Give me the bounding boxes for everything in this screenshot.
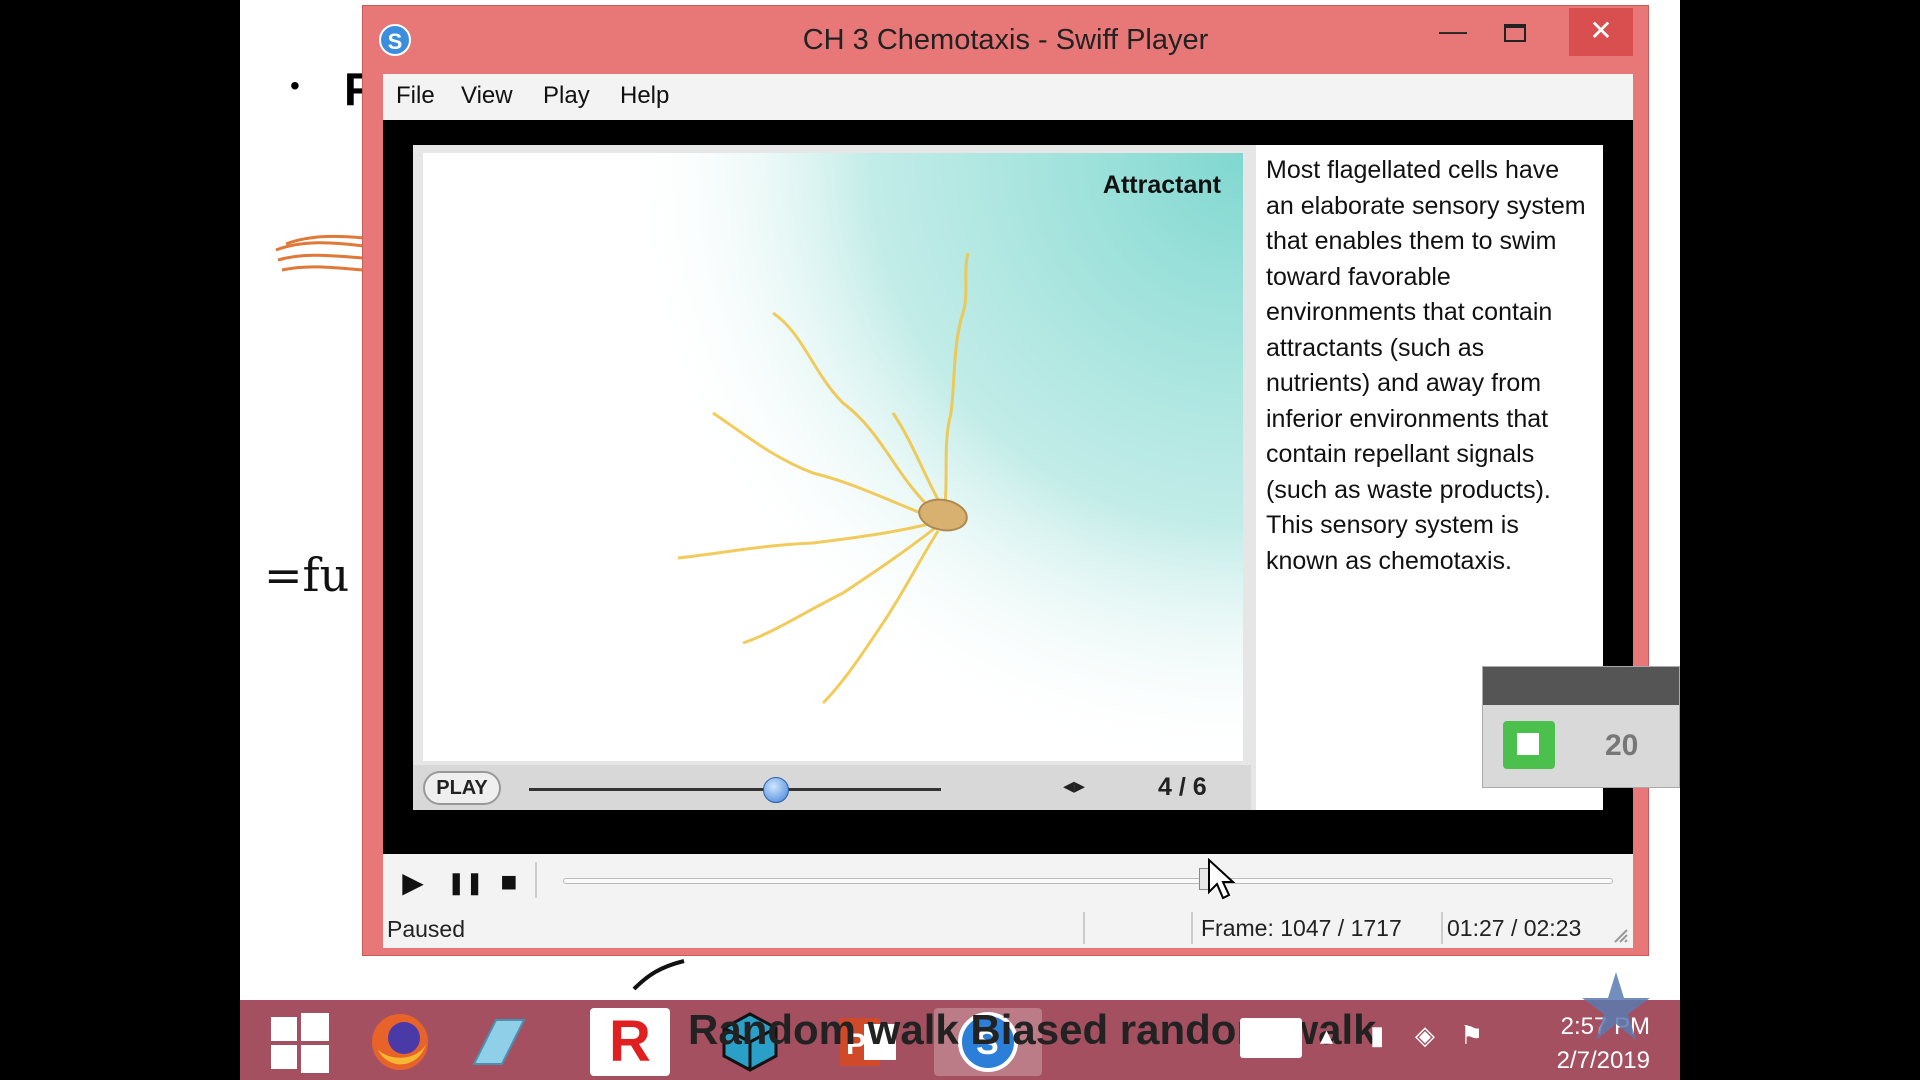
slider-knob[interactable]: [763, 777, 790, 803]
recorder-stop-button[interactable]: [1503, 721, 1555, 769]
menu-play[interactable]: Play: [543, 82, 590, 110]
stop-icon: ■: [500, 866, 518, 897]
maximize-button[interactable]: [1485, 8, 1545, 56]
transport-separator: [535, 862, 537, 898]
prev-next-arrows-icon[interactable]: ◂▸: [1063, 773, 1085, 799]
mouse-cursor-icon: [1208, 858, 1236, 900]
flag-icon[interactable]: ⚑: [1460, 1020, 1483, 1051]
status-bar: Paused Frame: 1047 / 1717 01:27 / 02:23: [383, 908, 1633, 948]
taskbar: R P S Random walk Biased random walk ▴ ▮…: [240, 972, 1680, 1080]
animation-play-button[interactable]: PLAY: [423, 771, 501, 805]
minimize-icon: —: [1439, 15, 1467, 46]
network-icon[interactable]: ▮: [1370, 1020, 1384, 1051]
transport-bar: ▶ ❚❚ ■: [383, 854, 1633, 908]
menu-help[interactable]: Help: [620, 82, 669, 110]
play-icon: ▶: [402, 867, 424, 898]
swiff-player-window[interactable]: S CH 3 Chemotaxis - Swiff Player — ✕ Fil…: [362, 5, 1649, 956]
recorder-title-bar[interactable]: [1483, 667, 1679, 705]
recorder-widget[interactable]: 20: [1482, 666, 1680, 788]
stop-button[interactable]: ■: [493, 866, 525, 898]
close-button[interactable]: ✕: [1569, 8, 1633, 56]
play-button[interactable]: ▶: [397, 866, 429, 899]
chemotaxis-animation[interactable]: Attractant: [423, 153, 1243, 761]
menu-view[interactable]: View: [461, 82, 513, 110]
menu-file[interactable]: File: [396, 82, 435, 110]
status-empty-cell: [1083, 912, 1189, 944]
page-counter: 4 / 6: [1158, 773, 1207, 801]
minimize-button[interactable]: —: [1423, 8, 1483, 56]
animation-stage: Attractant Most flagellated cells have a…: [413, 145, 1603, 810]
keyboard-icon[interactable]: [1240, 1018, 1302, 1058]
windows-start-icon[interactable]: [256, 1008, 344, 1076]
clock-date: 2/7/2019: [1556, 1047, 1650, 1074]
pause-icon: ❚❚: [447, 870, 484, 895]
title-bar[interactable]: S CH 3 Chemotaxis - Swiff Player — ✕: [363, 6, 1648, 74]
close-icon: ✕: [1589, 15, 1613, 46]
menu-bar: File View Play Help: [383, 74, 1633, 120]
seek-bar[interactable]: [563, 878, 1613, 884]
description-text: Most flagellated cells have an elaborate…: [1266, 156, 1586, 575]
time-counter: 01:27 / 02:23: [1441, 912, 1601, 944]
bacterium-illustration: [423, 153, 1243, 761]
handwritten-note: =fu: [264, 548, 350, 602]
resize-grip-icon[interactable]: [1609, 924, 1629, 944]
firefox-icon[interactable]: [356, 1008, 444, 1076]
screen: • F =fu S CH 3 Chemotaxis - Swiff Player…: [0, 0, 1920, 1080]
attractant-label: Attractant: [1102, 171, 1221, 199]
bullet-point: •: [290, 70, 300, 101]
animation-progress-slider[interactable]: [529, 788, 941, 791]
chevron-up-icon[interactable]: ▴: [1320, 1020, 1333, 1051]
recorder-counter: 20: [1605, 729, 1639, 762]
handwritten-flagella-sketch: [275, 234, 365, 272]
frame-counter: Frame: 1047 / 1717: [1191, 912, 1439, 944]
r-app-icon[interactable]: R: [590, 1008, 670, 1076]
animation-controls: PLAY ◂▸ 4 / 6: [413, 765, 1251, 810]
handwritten-stroke: [632, 959, 685, 991]
pause-button[interactable]: ❚❚: [447, 870, 484, 896]
maximize-icon: [1504, 23, 1526, 42]
dropbox-icon[interactable]: ◈: [1415, 1020, 1435, 1051]
notepad-icon[interactable]: [454, 1008, 542, 1076]
playback-state: Paused: [387, 916, 466, 942]
flash-content-area[interactable]: Attractant Most flagellated cells have a…: [383, 120, 1633, 854]
star-icon: [1582, 972, 1650, 1040]
